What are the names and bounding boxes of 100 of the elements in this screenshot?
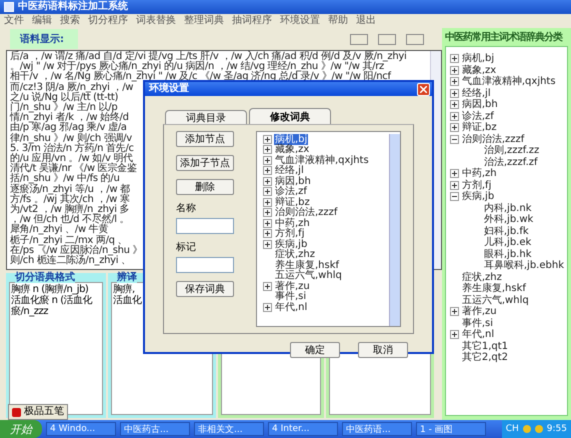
- tree-item[interactable]: 耳鼻喉科,jb.ebhk: [482, 260, 565, 272]
- expander-icon[interactable]: [263, 282, 272, 291]
- tree-item[interactable]: 其它2,qt2: [460, 352, 510, 364]
- menu-item[interactable]: 编辑: [32, 15, 52, 27]
- tree-item[interactable]: 辩证,bz: [274, 196, 311, 208]
- menu-item[interactable]: 词表替换: [136, 15, 176, 27]
- tree-item[interactable]: 五运六气,whlq: [274, 270, 343, 282]
- expander-icon[interactable]: [263, 240, 272, 249]
- tree-item[interactable]: 其它1,qt1: [460, 340, 510, 352]
- expander-icon[interactable]: [450, 100, 459, 110]
- tree-item[interactable]: 中药,zh: [460, 168, 498, 180]
- menu-item[interactable]: 退出: [356, 15, 376, 27]
- tree-item[interactable]: 病机,bj: [460, 53, 496, 64]
- tree-item[interactable]: 内科,jb.nk: [482, 202, 532, 214]
- tree-item[interactable]: 病因,bh: [274, 176, 312, 187]
- expander-icon[interactable]: [450, 192, 459, 202]
- tree-item[interactable]: 疾病,jb: [460, 191, 496, 202]
- toolbar-button[interactable]: [350, 34, 368, 44]
- tab[interactable]: 修改词典: [249, 108, 331, 124]
- tree-item[interactable]: 治则,zzzf.zz: [482, 145, 540, 156]
- input-field[interactable]: [176, 257, 234, 273]
- expander-icon[interactable]: [450, 123, 459, 132]
- close-button[interactable]: [417, 82, 430, 96]
- expander-icon[interactable]: [263, 134, 272, 144]
- tree-item[interactable]: 诊法,zf: [460, 110, 495, 122]
- action-button[interactable]: 删除: [176, 179, 234, 195]
- taskbar-button[interactable]: 中医药语...: [342, 422, 412, 436]
- menu-item[interactable]: 环境设置: [280, 15, 320, 27]
- tree-item[interactable]: 儿科,jb.ek: [482, 237, 532, 248]
- tree-item[interactable]: 气血津液精神,qxjhts: [460, 76, 557, 88]
- toolbar-button[interactable]: [378, 34, 396, 44]
- tree-item[interactable]: 病因,bh: [460, 99, 499, 110]
- taskbar-button[interactable]: 4 Inter...: [268, 422, 338, 436]
- expander-icon[interactable]: [450, 134, 459, 144]
- expander-icon[interactable]: [450, 88, 459, 98]
- tree-item[interactable]: 著作,zu: [274, 280, 311, 292]
- tree-item[interactable]: 辩证,bz: [460, 122, 498, 134]
- tree-item[interactable]: 年代,nl: [274, 302, 308, 313]
- expander-icon[interactable]: [450, 330, 459, 340]
- action-button[interactable]: 添加节点: [176, 131, 234, 147]
- expander-icon[interactable]: [263, 229, 272, 238]
- tree-item[interactable]: 治则治法,zzzf: [274, 207, 338, 218]
- tree-item[interactable]: 著作,zu: [460, 306, 498, 318]
- dialog-button[interactable]: 确定: [290, 342, 340, 358]
- tree-item[interactable]: 事件,si: [460, 318, 494, 329]
- tree-item[interactable]: 症状,zhz: [274, 249, 316, 260]
- ime-name[interactable]: 极品五笔: [24, 406, 64, 418]
- menu-item[interactable]: 切分程序: [88, 15, 128, 27]
- expander-icon[interactable]: [263, 145, 272, 154]
- tree-item[interactable]: 诊法,zf: [274, 186, 308, 198]
- tree-item[interactable]: 中药,zh: [274, 218, 311, 229]
- tree-item[interactable]: 疾病,jb: [274, 238, 308, 250]
- tree-item[interactable]: 养生康复,hskf: [274, 260, 340, 271]
- expander-icon[interactable]: [263, 218, 272, 228]
- tree-item[interactable]: 养生康复,hskf: [460, 283, 527, 294]
- menu-item[interactable]: 整理词典: [184, 15, 224, 27]
- expander-icon[interactable]: [263, 208, 272, 218]
- expander-icon[interactable]: [450, 66, 459, 75]
- taskbar-button[interactable]: 4 Windo...: [46, 422, 116, 436]
- dialog-button[interactable]: 取消: [358, 342, 408, 358]
- tree-item[interactable]: 症状,zhz: [460, 272, 503, 283]
- expander-icon[interactable]: [450, 54, 459, 64]
- expander-icon[interactable]: [450, 77, 459, 86]
- tree-item[interactable]: 方剂,fj: [460, 180, 492, 191]
- tree-item[interactable]: 气血津液精神,qxjhts: [274, 154, 370, 166]
- tree-item[interactable]: 五运六气,whlq: [460, 294, 530, 306]
- action-button[interactable]: 添加子节点: [176, 155, 234, 171]
- tree-item[interactable]: 治法,zzzf.zf: [482, 156, 539, 168]
- tree-item[interactable]: 方剂,fj: [274, 228, 306, 240]
- expander-icon[interactable]: [450, 169, 459, 178]
- expander-icon[interactable]: [263, 176, 272, 186]
- ime-icon[interactable]: [12, 408, 21, 416]
- expander-icon[interactable]: [263, 302, 272, 312]
- tab[interactable]: 词典目录: [165, 110, 247, 124]
- taskbar-button[interactable]: 中医药古...: [120, 422, 190, 436]
- tree-item[interactable]: 治则治法,zzzf: [460, 134, 526, 145]
- save-button[interactable]: 保存词典: [176, 281, 234, 297]
- tree-item[interactable]: 事件,si: [274, 291, 308, 302]
- taskbar-button[interactable]: 1 - 画图: [416, 422, 486, 436]
- expander-icon[interactable]: [263, 187, 272, 196]
- tree-item[interactable]: 藏象,zx: [460, 64, 498, 76]
- menu-item[interactable]: 搜索: [60, 15, 80, 27]
- tree-item[interactable]: 经络,jl: [460, 88, 492, 99]
- expander-icon[interactable]: [450, 180, 459, 190]
- expander-icon[interactable]: [450, 307, 459, 316]
- tree-item[interactable]: 经络,jl: [274, 165, 305, 176]
- toolbar-button[interactable]: [406, 34, 424, 44]
- tree-item[interactable]: 妇科,jb.fk: [482, 226, 530, 237]
- tree-item[interactable]: 外科,jb.wk: [482, 214, 534, 226]
- menu-item[interactable]: 文件: [4, 15, 24, 27]
- expander-icon[interactable]: [263, 156, 272, 165]
- expander-icon[interactable]: [450, 112, 459, 121]
- expander-icon[interactable]: [263, 198, 272, 207]
- tree-item[interactable]: 眼科,jb.hk: [482, 248, 532, 260]
- tree-item[interactable]: 藏象,zx: [274, 144, 310, 156]
- scrollbar[interactable]: [389, 134, 400, 326]
- input-field[interactable]: [176, 218, 234, 234]
- menu-item[interactable]: 帮助: [328, 15, 348, 27]
- taskbar-button[interactable]: 非相关文...: [194, 422, 264, 436]
- expander-icon[interactable]: [263, 166, 272, 176]
